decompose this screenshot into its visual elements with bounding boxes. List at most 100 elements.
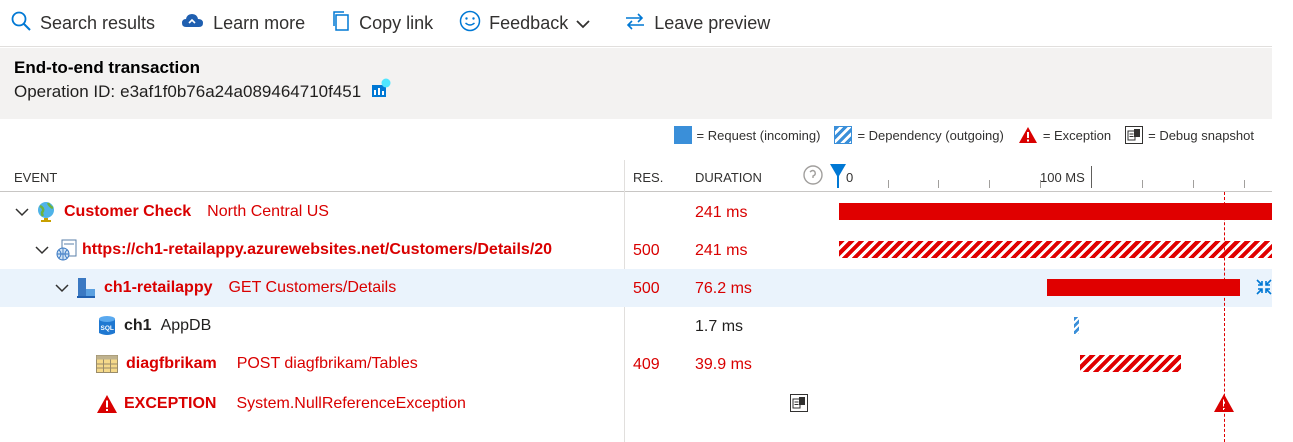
svg-text:SQL: SQL — [101, 325, 114, 332]
table-storage-icon — [96, 355, 118, 373]
event-name[interactable]: ch1 — [124, 317, 152, 335]
legend-request: = Request (incoming) — [673, 126, 821, 144]
duration-value: 241 ms — [695, 242, 748, 259]
result-code: 500 — [633, 280, 660, 297]
web-request-icon — [56, 239, 78, 261]
column-res[interactable]: RES. — [633, 170, 663, 185]
event-cell: EXCEPTION System.NullReferenceException — [96, 385, 466, 423]
result-code: 409 — [633, 356, 660, 373]
copy-link-button[interactable]: Copy link — [331, 8, 433, 38]
request-bar[interactable] — [839, 203, 1272, 220]
event-name[interactable]: https://ch1-retailappy.azurewebsites.net… — [82, 241, 552, 259]
table-row[interactable]: Customer Check North Central US 241 ms — [0, 193, 1272, 231]
dependency-bar[interactable] — [1080, 355, 1181, 372]
search-icon — [10, 10, 40, 37]
legend-snapshot: = Debug snapshot — [1125, 126, 1254, 144]
event-cell: Customer Check North Central US — [14, 193, 329, 231]
timeline-ruler: 0 100 MS — [800, 160, 1273, 192]
operation-id-value: e3af1f0b76a24a089464710f451 — [120, 82, 362, 101]
event-detail: POST diagfbrikam/Tables — [236, 355, 418, 372]
chevron-down-icon[interactable] — [54, 280, 70, 296]
chevron-down-icon[interactable] — [34, 242, 50, 258]
command-bar: Search results Learn more Copy link Feed… — [0, 0, 1293, 46]
duration-value: 76.2 ms — [695, 280, 752, 297]
operation-id-line: Operation ID: e3af1f0b76a24a089464710f45… — [14, 78, 1258, 106]
smiley-icon — [459, 10, 489, 37]
tick-label-0: 0 — [846, 170, 854, 185]
event-cell: diagfbrikam POST diagfbrikam/Tables — [96, 345, 418, 383]
learn-more-button[interactable]: Learn more — [181, 8, 305, 38]
legend-dependency-label: = Dependency (outgoing) — [857, 127, 1004, 143]
operation-id-label: Operation ID: — [14, 82, 116, 101]
search-results-label: Search results — [40, 12, 156, 33]
legend: = Request (incoming) = Dependency (outgo… — [660, 126, 1254, 144]
switch-arrows-icon — [624, 10, 654, 37]
event-cell: https://ch1-retailappy.azurewebsites.net… — [34, 231, 552, 269]
event-name[interactable]: EXCEPTION — [124, 395, 216, 413]
event-name[interactable]: diagfbrikam — [126, 355, 217, 373]
result-code: 500 — [633, 242, 660, 259]
feedback-label: Feedback — [489, 12, 569, 33]
request-swatch — [673, 126, 692, 144]
dependency-bar[interactable] — [839, 241, 1272, 258]
legend-snapshot-label: = Debug snapshot — [1148, 127, 1254, 143]
leave-preview-button[interactable]: Leave preview — [624, 8, 770, 38]
tick-label-100ms: 100 MS — [1040, 170, 1085, 185]
exception-time-marker — [1224, 192, 1225, 442]
debug-snapshot-icon — [1125, 126, 1144, 144]
timeline-start-marker-icon[interactable] — [830, 164, 846, 193]
cloud-icon — [181, 11, 213, 36]
table-row[interactable]: https://ch1-retailappy.azurewebsites.net… — [0, 231, 1272, 269]
event-detail: AppDB — [160, 317, 212, 334]
table-row[interactable]: ch1-retailappy GET Customers/Details 500… — [0, 269, 1272, 307]
table-row[interactable]: SQL ch1 AppDB 1.7 ms — [0, 307, 1272, 345]
event-name[interactable]: Customer Check — [64, 203, 191, 221]
table-row[interactable]: EXCEPTION System.NullReferenceException — [0, 385, 1272, 423]
table-row[interactable]: diagfbrikam POST diagfbrikam/Tables 409 … — [0, 345, 1272, 383]
duration-value: 39.9 ms — [695, 356, 752, 373]
debug-snapshot-icon[interactable] — [790, 394, 808, 417]
transaction-header: End-to-end transaction Operation ID: e3a… — [0, 48, 1272, 119]
minor-tick — [938, 180, 939, 188]
duration-value: 1.7 ms — [695, 318, 744, 335]
column-duration[interactable]: DURATION — [695, 170, 762, 185]
minor-tick — [1244, 180, 1245, 188]
minor-tick — [989, 180, 990, 188]
duration-value: 241 ms — [695, 204, 748, 221]
collapse-arrows-icon[interactable] — [1256, 279, 1272, 300]
legend-dependency: = Dependency (outgoing) — [834, 126, 1004, 144]
legend-request-label: = Request (incoming) — [696, 127, 821, 143]
minor-tick — [888, 180, 889, 188]
event-detail: GET Customers/Details — [228, 279, 397, 296]
analytics-icon[interactable] — [361, 78, 391, 106]
event-name[interactable]: ch1-retailappy — [104, 279, 212, 297]
event-cell: SQL ch1 AppDB — [98, 307, 211, 345]
sql-database-icon: SQL — [98, 315, 116, 337]
globe-icon — [36, 201, 56, 223]
feedback-button[interactable]: Feedback — [459, 8, 598, 38]
minor-tick — [1040, 180, 1041, 188]
legend-exception-label: = Exception — [1042, 127, 1112, 143]
event-detail: North Central US — [207, 203, 329, 220]
minor-tick — [1193, 180, 1194, 188]
dependency-swatch — [834, 126, 853, 144]
copy-link-label: Copy link — [359, 12, 434, 33]
chevron-down-icon[interactable] — [14, 204, 30, 220]
event-cell: ch1-retailappy GET Customers/Details — [54, 269, 396, 307]
reset-zoom-icon[interactable] — [802, 164, 824, 191]
app-service-icon — [76, 277, 96, 299]
search-results-button[interactable]: Search results — [10, 8, 155, 38]
chevron-down-icon — [576, 13, 598, 34]
column-event[interactable]: EVENT — [14, 170, 57, 185]
toolbar-divider — [0, 46, 1272, 47]
request-bar[interactable] — [1047, 279, 1240, 296]
legend-exception: = Exception — [1018, 126, 1111, 144]
minor-tick — [1142, 180, 1143, 188]
learn-more-label: Learn more — [213, 12, 306, 33]
page-title: End-to-end transaction — [14, 58, 201, 77]
leave-preview-label: Leave preview — [654, 12, 771, 33]
dependency-bar[interactable] — [1074, 317, 1079, 334]
copy-icon — [331, 10, 359, 37]
event-detail: System.NullReferenceException — [236, 395, 466, 412]
major-tick — [1091, 166, 1092, 188]
